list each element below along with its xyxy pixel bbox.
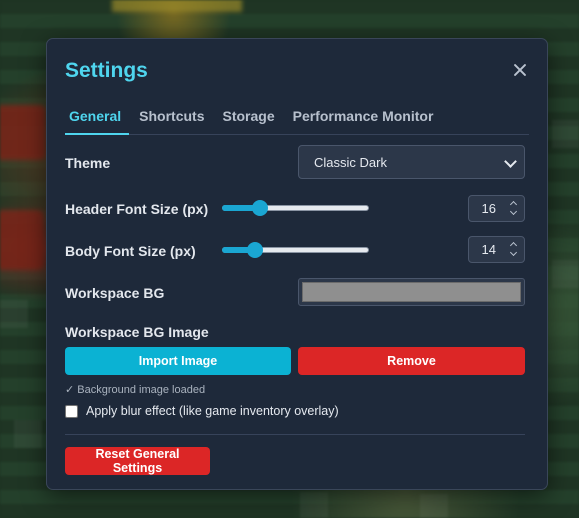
reset-general-settings-button[interactable]: Reset General Settings: [65, 447, 210, 475]
workspace-bg-color-picker[interactable]: [298, 278, 525, 306]
body-font-size-input[interactable]: 14: [468, 236, 525, 263]
tab-storage[interactable]: Storage: [218, 107, 282, 134]
header-font-size-value: 16: [481, 201, 496, 216]
color-swatch: [302, 282, 521, 302]
body-font-size-slider[interactable]: [222, 242, 369, 258]
workspace-bg-image-label: Workspace BG Image: [65, 324, 209, 340]
blur-effect-label: Apply blur effect (like game inventory o…: [86, 404, 339, 418]
chevron-down-icon[interactable]: [509, 207, 518, 216]
header-font-size-label: Header Font Size (px): [65, 201, 209, 217]
slider-thumb[interactable]: [252, 200, 268, 216]
blur-effect-option[interactable]: Apply blur effect (like game inventory o…: [65, 404, 339, 418]
blur-effect-checkbox[interactable]: [65, 404, 78, 418]
theme-selected-value: Classic Dark: [314, 154, 387, 170]
remove-image-button[interactable]: Remove: [298, 347, 525, 375]
chevron-down-icon[interactable]: [509, 248, 518, 257]
slider-thumb[interactable]: [247, 242, 263, 258]
theme-select[interactable]: Classic Dark: [298, 145, 525, 179]
number-spinner[interactable]: [508, 239, 520, 260]
body-font-size-label: Body Font Size (px): [65, 243, 196, 259]
number-spinner[interactable]: [508, 198, 520, 219]
header-font-size-input[interactable]: 16: [468, 195, 525, 222]
settings-dialog: Settings General Shortcuts Storage Perfo…: [46, 38, 548, 490]
tab-shortcuts[interactable]: Shortcuts: [135, 107, 212, 134]
settings-tabs: General Shortcuts Storage Performance Mo…: [65, 107, 529, 135]
body-font-size-value: 14: [481, 242, 496, 257]
close-icon[interactable]: [511, 61, 529, 79]
chevron-down-icon: [504, 155, 517, 168]
import-image-button[interactable]: Import Image: [65, 347, 291, 375]
divider: [65, 434, 525, 435]
workspace-bg-label: Workspace BG: [65, 285, 165, 301]
dialog-title: Settings: [65, 59, 148, 82]
tab-general[interactable]: General: [65, 107, 130, 135]
header-font-size-slider[interactable]: [222, 200, 369, 216]
theme-label: Theme: [65, 155, 111, 171]
bg-image-status: ✓ Background image loaded: [65, 384, 206, 396]
tab-performance-monitor[interactable]: Performance Monitor: [289, 107, 442, 134]
